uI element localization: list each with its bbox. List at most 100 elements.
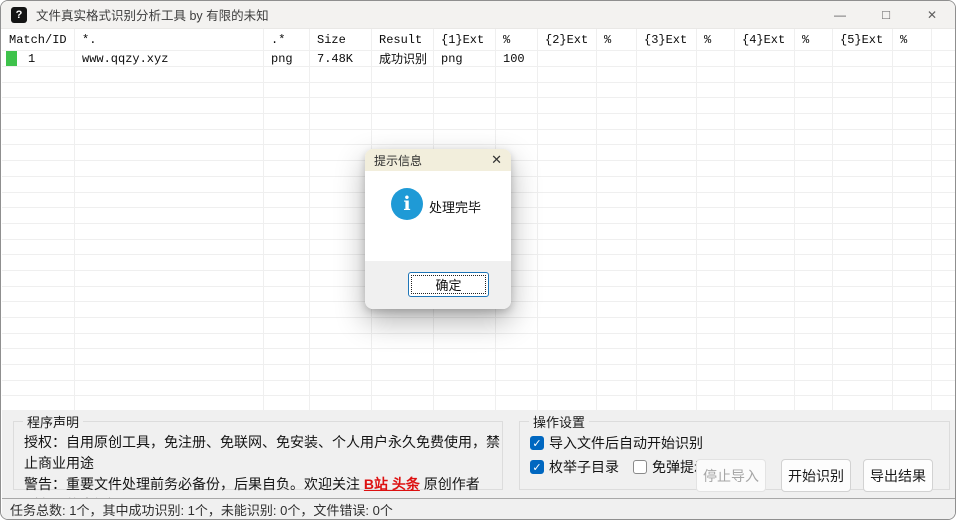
column-header[interactable]: {4}Ext bbox=[735, 29, 795, 51]
empty-cell bbox=[893, 130, 932, 146]
table-cell bbox=[597, 51, 637, 67]
empty-cell bbox=[310, 114, 372, 130]
empty-cell bbox=[264, 365, 310, 381]
empty-cell bbox=[538, 334, 597, 350]
column-header[interactable]: Match/ID bbox=[2, 29, 75, 51]
empty-cell bbox=[697, 145, 735, 161]
action-button[interactable]: 停止导入 bbox=[696, 459, 766, 492]
table-filler bbox=[932, 224, 956, 240]
empty-cell bbox=[597, 255, 637, 271]
column-header[interactable]: *. bbox=[75, 29, 264, 51]
close-button[interactable]: ✕ bbox=[909, 1, 955, 28]
app-icon[interactable]: ? bbox=[11, 7, 27, 23]
window-controls: — □ ✕ bbox=[817, 1, 955, 28]
empty-table-row bbox=[2, 349, 956, 365]
empty-cell bbox=[2, 349, 75, 365]
empty-cell bbox=[735, 145, 795, 161]
table-filler bbox=[932, 208, 956, 224]
action-button[interactable]: 开始识别 bbox=[781, 459, 851, 492]
empty-cell bbox=[893, 349, 932, 365]
empty-cell bbox=[833, 98, 893, 114]
column-header[interactable]: {1}Ext bbox=[434, 29, 496, 51]
table-filler bbox=[932, 271, 956, 287]
operation-settings-group: 操作设置 ✓导入文件后自动开始识别 ✓枚举子目录免弹提示 停止导入开始识别导出结… bbox=[519, 412, 950, 490]
empty-cell bbox=[538, 271, 597, 287]
empty-cell bbox=[310, 287, 372, 303]
titlebar[interactable]: ? 文件真实格式识别分析工具 by 有限的未知 — □ ✕ bbox=[1, 1, 955, 29]
table-filler bbox=[932, 396, 956, 410]
empty-table-row bbox=[2, 130, 956, 146]
empty-cell bbox=[893, 381, 932, 397]
empty-cell bbox=[597, 161, 637, 177]
column-header[interactable]: {2}Ext bbox=[538, 29, 597, 51]
empty-cell bbox=[735, 381, 795, 397]
empty-cell bbox=[75, 365, 264, 381]
empty-cell bbox=[2, 240, 75, 256]
empty-cell bbox=[434, 349, 496, 365]
column-header[interactable]: % bbox=[795, 29, 833, 51]
empty-cell bbox=[2, 255, 75, 271]
dialog-close-icon[interactable]: ✕ bbox=[491, 152, 502, 168]
checkbox-checked-icon[interactable]: ✓ bbox=[530, 460, 544, 474]
empty-cell bbox=[795, 177, 833, 193]
empty-cell bbox=[735, 177, 795, 193]
empty-cell bbox=[597, 114, 637, 130]
empty-cell bbox=[496, 349, 538, 365]
empty-cell bbox=[795, 114, 833, 130]
bottom-panel: 程序声明 授权：自用原创工具，免注册、免联网、免安装、个人用户永久免费使用，禁止… bbox=[2, 410, 956, 498]
empty-table-row bbox=[2, 396, 956, 410]
empty-cell bbox=[264, 208, 310, 224]
column-header[interactable]: {5}Ext bbox=[833, 29, 893, 51]
empty-cell bbox=[538, 83, 597, 99]
column-header[interactable]: % bbox=[893, 29, 932, 51]
status-text: 任务总数: 1个，其中成功识别: 1个，未能识别: 0个，文件错误: 0个 bbox=[10, 500, 393, 519]
empty-cell bbox=[310, 161, 372, 177]
checkbox-checked-icon[interactable]: ✓ bbox=[530, 436, 544, 450]
empty-table-row bbox=[2, 318, 956, 334]
table-cell bbox=[833, 51, 893, 67]
table-row[interactable]: 1www.qqzy.xyzpng7.48K成功识别png100 bbox=[2, 51, 956, 67]
empty-cell bbox=[538, 177, 597, 193]
checkbox-unchecked-icon[interactable] bbox=[633, 460, 647, 474]
empty-cell bbox=[2, 193, 75, 209]
empty-cell bbox=[310, 208, 372, 224]
empty-cell bbox=[637, 240, 697, 256]
empty-cell bbox=[264, 318, 310, 334]
dialog-titlebar[interactable]: 提示信息 ✕ bbox=[365, 149, 511, 171]
empty-cell bbox=[310, 381, 372, 397]
dialog-message: 处理完毕 bbox=[429, 197, 481, 216]
empty-cell bbox=[893, 224, 932, 240]
empty-cell bbox=[372, 83, 434, 99]
maximize-button[interactable]: □ bbox=[863, 1, 909, 28]
empty-cell bbox=[833, 145, 893, 161]
empty-cell bbox=[372, 67, 434, 83]
empty-cell bbox=[795, 255, 833, 271]
minimize-button[interactable]: — bbox=[817, 1, 863, 28]
table-filler bbox=[932, 130, 956, 146]
empty-cell bbox=[735, 193, 795, 209]
empty-cell bbox=[75, 302, 264, 318]
empty-cell bbox=[310, 255, 372, 271]
empty-cell bbox=[597, 302, 637, 318]
empty-cell bbox=[434, 83, 496, 99]
empty-cell bbox=[310, 365, 372, 381]
empty-cell bbox=[893, 255, 932, 271]
ok-button[interactable]: 确定 bbox=[408, 272, 489, 297]
column-header[interactable]: % bbox=[597, 29, 637, 51]
empty-cell bbox=[2, 318, 75, 334]
column-header[interactable]: % bbox=[697, 29, 735, 51]
action-button[interactable]: 导出结果 bbox=[863, 459, 933, 492]
empty-cell bbox=[893, 114, 932, 130]
checkbox-option[interactable]: ✓枚举子目录 bbox=[530, 457, 619, 477]
checkbox-option[interactable]: ✓导入文件后自动开始识别 bbox=[530, 433, 703, 453]
column-header[interactable]: {3}Ext bbox=[637, 29, 697, 51]
empty-cell bbox=[637, 381, 697, 397]
column-header[interactable]: % bbox=[496, 29, 538, 51]
bilibili-toutiao-link[interactable]: B站 头条 bbox=[364, 476, 420, 492]
column-header[interactable]: .* bbox=[264, 29, 310, 51]
empty-cell bbox=[310, 83, 372, 99]
column-header[interactable]: Size bbox=[310, 29, 372, 51]
close-icon: ✕ bbox=[927, 8, 937, 22]
empty-cell bbox=[372, 365, 434, 381]
column-header[interactable]: Result bbox=[372, 29, 434, 51]
